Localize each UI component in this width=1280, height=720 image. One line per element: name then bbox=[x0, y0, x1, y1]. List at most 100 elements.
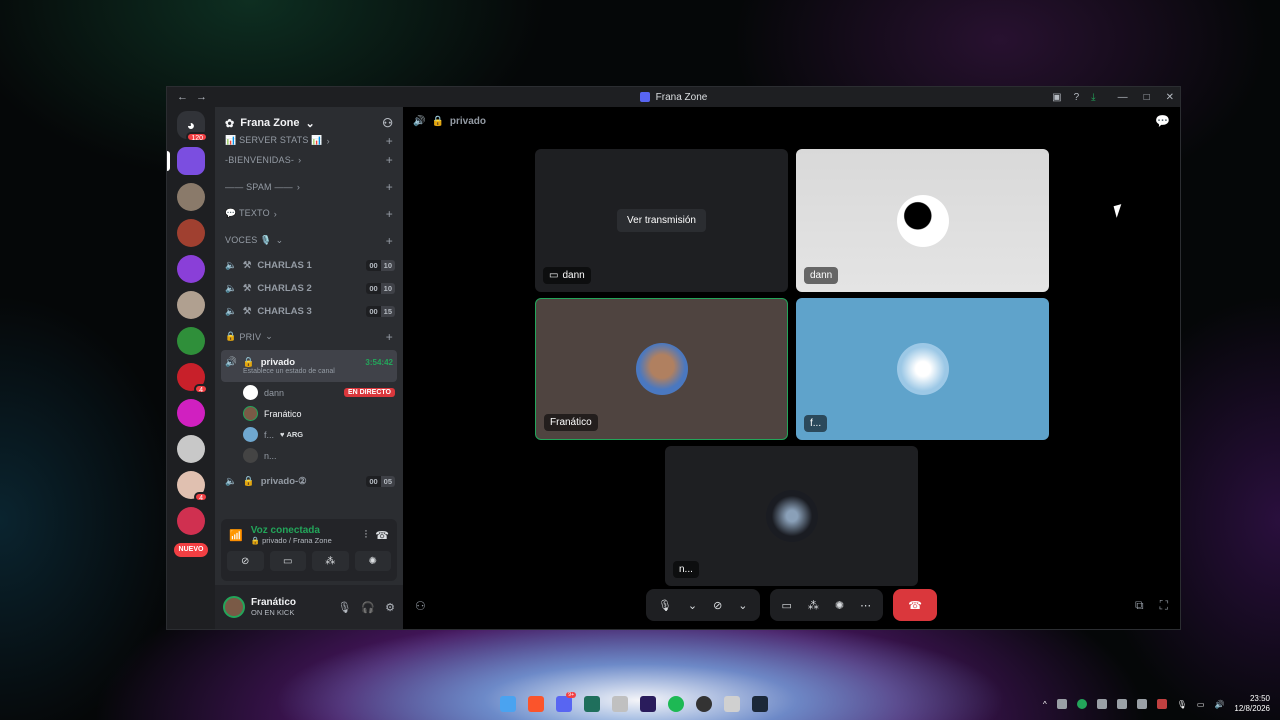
gear-icon[interactable]: ⚙ bbox=[385, 601, 395, 614]
category-server-stats[interactable]: 📊 SERVER STATS 📊 › + bbox=[215, 134, 403, 148]
user-tile[interactable]: n... bbox=[665, 446, 918, 586]
camera-off-icon[interactable]: ⊘ bbox=[713, 599, 722, 612]
chevron-up-icon[interactable]: ^ bbox=[1043, 700, 1047, 709]
chat-icon[interactable]: 💬 bbox=[1155, 114, 1170, 128]
start-button[interactable] bbox=[500, 696, 516, 712]
network-icon[interactable]: ▭ bbox=[1197, 700, 1205, 709]
server-icon-server-11[interactable] bbox=[177, 507, 205, 535]
add-member-icon[interactable]: ⚇ bbox=[382, 116, 393, 130]
tray-icon[interactable] bbox=[1116, 699, 1127, 709]
add-channel-icon[interactable]: + bbox=[386, 180, 393, 194]
microphone-icon[interactable]: 🎙 bbox=[337, 601, 351, 614]
app-icon[interactable] bbox=[724, 696, 740, 712]
volume-icon[interactable]: 🔊 bbox=[1214, 700, 1224, 709]
headphones-icon[interactable]: 🎧 bbox=[361, 601, 375, 614]
server-icon-server-9[interactable] bbox=[177, 435, 205, 463]
popout-icon[interactable]: ⧉ bbox=[1135, 598, 1144, 613]
server-icon-server-10[interactable]: 4 bbox=[177, 471, 208, 502]
server-icon-server-5[interactable] bbox=[177, 291, 205, 319]
voice-member[interactable]: f... ♥ ARG bbox=[215, 424, 403, 445]
disconnect-button[interactable]: ☎ bbox=[893, 589, 938, 621]
voice-channel-charlas-2[interactable]: 🔈 ⚒ CHARLAS 2 00 10 bbox=[215, 277, 403, 300]
back-button[interactable]: ← bbox=[177, 91, 188, 103]
app-icon[interactable] bbox=[584, 696, 600, 712]
soundboard-icon[interactable]: ✺ bbox=[835, 599, 844, 612]
voice-member[interactable]: dann EN DIRECTO bbox=[215, 382, 403, 403]
download-icon[interactable]: ⤓ bbox=[1091, 92, 1095, 103]
voice-member[interactable]: Franático bbox=[215, 403, 403, 424]
minimize-button[interactable]: — bbox=[1118, 92, 1128, 103]
spotify-icon[interactable] bbox=[668, 696, 684, 712]
tray-icon[interactable] bbox=[1096, 699, 1107, 709]
forward-button[interactable]: → bbox=[196, 91, 207, 103]
category-voces[interactable]: VOCES 🎙️ ⌄ + bbox=[215, 227, 403, 254]
activities-button[interactable]: ⁂ bbox=[312, 551, 349, 571]
fullscreen-icon[interactable]: ⛶ bbox=[1160, 598, 1168, 613]
add-channel-icon[interactable]: + bbox=[386, 134, 393, 148]
discord-taskbar-icon[interactable]: 9+ bbox=[556, 692, 576, 712]
voice-channel-charlas-3[interactable]: 🔈 ⚒ CHARLAS 3 00 15 bbox=[215, 300, 403, 323]
clock[interactable]: 23:50 12/8/2026 bbox=[1234, 694, 1270, 713]
voice-channel-privado-2[interactable]: 🔈 🔒 privado-② 00 05 bbox=[215, 470, 403, 493]
maximize-button[interactable]: □ bbox=[1144, 92, 1150, 103]
steam-icon[interactable] bbox=[752, 696, 768, 712]
tray-icon[interactable] bbox=[1076, 699, 1087, 709]
inbox-icon[interactable]: ▣ bbox=[1052, 92, 1061, 103]
obs-icon[interactable] bbox=[696, 696, 712, 712]
brave-icon[interactable] bbox=[528, 696, 544, 712]
category-label: —— SPAM —— bbox=[225, 181, 293, 192]
tile-label: ▭ dann bbox=[543, 267, 591, 284]
stream-tile[interactable]: Ver transmisión ▭ dann bbox=[535, 149, 788, 292]
add-channel-icon[interactable]: + bbox=[386, 153, 393, 167]
microphone-icon[interactable]: 🎙 bbox=[1177, 700, 1187, 709]
camera-off-button[interactable]: ⊘ bbox=[227, 551, 264, 571]
server-icon-server-6[interactable] bbox=[177, 327, 205, 355]
server-icon-server-7[interactable]: 4 bbox=[177, 363, 208, 394]
disconnect-icon[interactable]: ☎ bbox=[375, 529, 389, 542]
watch-stream-button[interactable]: Ver transmisión bbox=[617, 209, 706, 232]
category-priv[interactable]: 🔒 PRIV ⌄ + bbox=[215, 323, 403, 350]
category-spam[interactable]: —— SPAM —— › + bbox=[215, 173, 403, 200]
user-tile-speaking[interactable]: Franático bbox=[535, 298, 788, 440]
add-channel-icon[interactable]: + bbox=[386, 330, 393, 344]
add-channel-icon[interactable]: + bbox=[386, 207, 393, 221]
more-icon[interactable]: ⋯ bbox=[860, 599, 871, 612]
voice-member[interactable]: n... bbox=[215, 445, 403, 466]
noise-suppression-icon[interactable]: ⫶ bbox=[365, 529, 368, 542]
microphone-icon[interactable]: 🎙 bbox=[658, 599, 672, 612]
server-icon-server-8[interactable] bbox=[177, 399, 205, 427]
user-panel: Franático ON EN KICK 🎙 🎧 ⚙ bbox=[215, 585, 403, 629]
screen-share-icon[interactable]: ▭ bbox=[782, 599, 792, 612]
add-channel-icon[interactable]: + bbox=[386, 234, 393, 248]
avatar bbox=[635, 343, 688, 395]
speaker-icon: 🔈 bbox=[225, 260, 237, 271]
app-icon[interactable] bbox=[612, 696, 628, 712]
tray-icon[interactable] bbox=[1056, 699, 1067, 709]
close-button[interactable]: ✕ bbox=[1166, 92, 1174, 103]
voice-channel-privado-active[interactable]: 🔊 🔒 privado 3:54:42 Establece un estado … bbox=[221, 350, 397, 382]
hangup-icon: ☎ bbox=[908, 599, 922, 612]
voice-channel-charlas-1[interactable]: 🔈 ⚒ CHARLAS 1 00 10 bbox=[215, 254, 403, 277]
channel-status[interactable]: Establece un estado de canal bbox=[225, 368, 335, 375]
chevron-down-icon[interactable]: ⌄ bbox=[738, 599, 747, 612]
server-icon-server-3[interactable] bbox=[177, 219, 205, 247]
new-server-badge[interactable]: NUEVO bbox=[173, 543, 209, 557]
voice-location[interactable]: privado / Frana Zone bbox=[262, 536, 332, 545]
soundboard-button[interactable]: ✺ bbox=[354, 551, 391, 571]
tray-icon[interactable] bbox=[1136, 699, 1147, 709]
premiere-icon[interactable] bbox=[640, 696, 656, 712]
tray-icon[interactable] bbox=[1156, 699, 1167, 709]
category-bienvenidas[interactable]: -BIENVENIDAS- › + bbox=[215, 146, 403, 173]
direct-messages-button[interactable]: ◕ 120 bbox=[177, 111, 208, 142]
server-icon-server-2[interactable] bbox=[177, 183, 205, 211]
share-screen-button[interactable]: ▭ bbox=[269, 551, 306, 571]
help-icon[interactable]: ? bbox=[1074, 92, 1080, 103]
chevron-down-icon[interactable]: ⌄ bbox=[688, 599, 697, 612]
avatar[interactable] bbox=[223, 596, 245, 618]
server-icon-frana-zone[interactable] bbox=[167, 147, 205, 175]
server-icon-server-4[interactable] bbox=[177, 255, 205, 283]
activities-icon[interactable]: ⁂ bbox=[808, 599, 819, 612]
user-tile[interactable]: f... bbox=[796, 298, 1049, 440]
category-texto[interactable]: 💬 TEXTO › + bbox=[215, 200, 403, 227]
user-tile[interactable]: dann bbox=[796, 149, 1049, 292]
